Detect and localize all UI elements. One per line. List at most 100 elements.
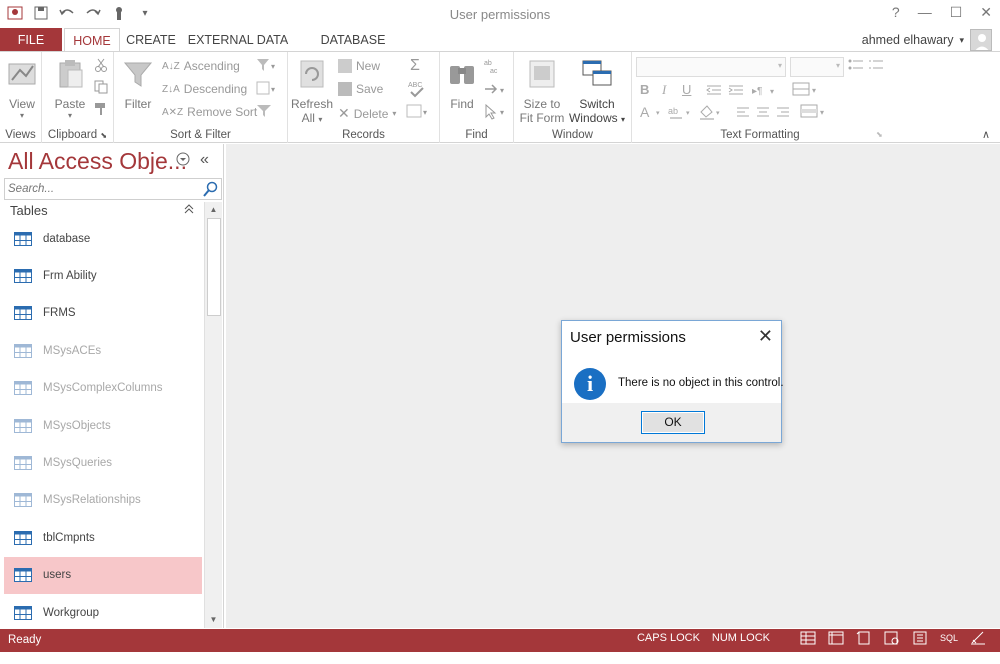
replace-icon[interactable]: abac [484, 58, 502, 74]
avatar[interactable] [970, 29, 992, 51]
table-icon [14, 306, 32, 321]
ok-button[interactable]: OK [641, 411, 705, 434]
collapse-ribbon-icon[interactable]: ∧ [982, 128, 990, 141]
dialog-close-icon[interactable]: ✕ [758, 326, 773, 347]
list-item[interactable]: database [4, 220, 202, 257]
list-item[interactable]: MSysACEs [4, 332, 202, 369]
ascending-button[interactable]: A↓Z Ascending [162, 59, 240, 73]
tab-home[interactable]: HOME [64, 28, 120, 52]
view-button[interactable]: View ▾ [4, 58, 40, 120]
svg-text:▾: ▾ [271, 85, 275, 94]
numbering-icon[interactable] [868, 58, 884, 72]
clipboard-label-text: Clipboard [47, 129, 98, 141]
select-icon[interactable]: ▾ [484, 104, 508, 120]
decrease-indent-icon[interactable] [706, 84, 722, 96]
underline-button[interactable]: U [682, 82, 691, 97]
more-records-icon[interactable]: ▾ [406, 104, 430, 118]
help-icon[interactable]: ? [892, 4, 900, 21]
gridlines-icon[interactable]: ▾ [792, 82, 820, 96]
datasheet-view-icon[interactable] [800, 631, 816, 645]
cut-icon[interactable] [94, 58, 108, 72]
bullets-icon[interactable] [848, 58, 864, 72]
list-item[interactable]: MSysComplexColumns [4, 370, 202, 407]
italic-button[interactable]: I [662, 82, 666, 98]
size-to-fit-button[interactable]: Size to Fit Form [516, 58, 568, 125]
tab-database-tools[interactable]: DATABASE TOOLS [298, 28, 408, 71]
highlight-icon[interactable]: ab ▾ [668, 104, 694, 120]
save-record-button[interactable]: Save [338, 82, 383, 96]
maximize-icon[interactable]: ☐ [950, 4, 963, 21]
view-icon [8, 63, 36, 85]
list-item[interactable]: MSysRelationships [4, 482, 202, 519]
paste-button[interactable]: Paste ▾ [50, 58, 90, 120]
user-dropdown-icon[interactable]: ▾ [959, 35, 964, 46]
list-item[interactable]: Frm Ability [4, 257, 202, 294]
font-color-dropdown-icon[interactable]: ▾ [656, 108, 664, 116]
totals-icon[interactable]: Σ [410, 57, 420, 75]
refresh-all-button[interactable]: Refresh All ▾ [290, 58, 334, 125]
remove-sort-button[interactable]: A✕Z Remove Sort [162, 105, 257, 119]
dialog-title-bar[interactable]: User permissions ✕ [562, 321, 781, 353]
status-text: Ready [8, 634, 42, 646]
delete-record-button[interactable]: ✕ Delete ▾ [338, 105, 396, 122]
selection-filter-icon[interactable]: ▾ [256, 58, 278, 72]
nav-menu-icon[interactable] [176, 152, 190, 169]
spelling-icon[interactable]: ABC [408, 80, 426, 98]
layout-view-icon[interactable] [912, 631, 928, 645]
list-item[interactable]: tblCmpnts [4, 519, 202, 556]
descending-button[interactable]: Z↓A Descending [162, 82, 247, 96]
bold-button[interactable]: B [640, 82, 649, 97]
search-input[interactable] [5, 179, 201, 199]
search-icon[interactable] [203, 181, 219, 197]
scroll-up-icon[interactable]: ▲ [205, 202, 222, 218]
tab-create[interactable]: CREATE [124, 28, 178, 52]
increase-indent-icon[interactable] [728, 84, 744, 96]
design-view-icon[interactable] [970, 631, 986, 645]
text-formatting-launcher-icon[interactable]: ⬊ [876, 130, 883, 139]
alternate-row-color-icon[interactable]: ▾ [800, 104, 828, 118]
collapse-group-icon[interactable] [184, 204, 194, 217]
tab-file[interactable]: FILE [0, 28, 62, 52]
font-size-select[interactable]: ▾ [790, 57, 844, 77]
format-painter-icon[interactable] [94, 102, 108, 116]
delete-icon: ✕ [338, 105, 350, 121]
find-button[interactable]: Find [442, 58, 482, 111]
list-item[interactable]: MSysObjects [4, 407, 202, 444]
advanced-filter-icon[interactable]: ▾ [256, 81, 278, 95]
align-left-icon[interactable] [736, 106, 750, 118]
nav-scrollbar[interactable]: ▲ ▼ [204, 202, 222, 628]
fill-color-icon[interactable]: ▾ [698, 104, 724, 120]
close-icon[interactable]: ✕ [980, 4, 992, 21]
font-name-select[interactable]: ▾ [636, 57, 786, 77]
scroll-thumb[interactable] [207, 218, 221, 316]
new-record-button[interactable]: New [338, 59, 380, 73]
nav-pane-title[interactable]: All Access Obje... [8, 148, 187, 175]
go-to-icon[interactable]: ▾ [484, 82, 508, 96]
list-item[interactable]: FRMS [4, 295, 202, 332]
copy-icon[interactable] [94, 80, 108, 94]
scroll-down-icon[interactable]: ▼ [205, 612, 222, 628]
list-item[interactable]: MSysQueries [4, 444, 202, 481]
toggle-filter-icon[interactable] [256, 104, 272, 118]
shutter-bar-icon[interactable]: « [200, 151, 209, 169]
filter-button[interactable]: Filter [120, 58, 156, 111]
pivot-table-view-icon[interactable] [828, 631, 844, 645]
align-center-icon[interactable] [756, 106, 770, 118]
font-color-icon[interactable]: A [640, 104, 649, 120]
minimize-icon[interactable]: — [918, 4, 932, 21]
form-view-icon[interactable] [856, 631, 872, 645]
dialog-launcher-icon[interactable]: ⬊ [100, 131, 107, 140]
paragraph-direction-icon[interactable]: ▸¶ ▾ [752, 84, 778, 96]
list-item-label: MSysQueries [43, 457, 113, 470]
align-right-icon[interactable] [776, 106, 790, 118]
list-item[interactable]: Workgroup [4, 594, 202, 631]
switch-windows-button[interactable]: Switch Windows ▾ [566, 58, 628, 125]
tab-external-data[interactable]: EXTERNAL DATA [186, 28, 290, 52]
svg-text:▾: ▾ [686, 110, 690, 117]
sql-view-icon[interactable]: SQL [940, 633, 958, 643]
print-preview-icon[interactable] [884, 631, 900, 645]
tables-group-header[interactable]: Tables [10, 203, 48, 218]
sort-descending-icon: Z↓A [162, 83, 180, 95]
list-item-selected[interactable]: users [4, 556, 202, 594]
user-account[interactable]: ahmed elhawary ▾ [862, 28, 992, 52]
